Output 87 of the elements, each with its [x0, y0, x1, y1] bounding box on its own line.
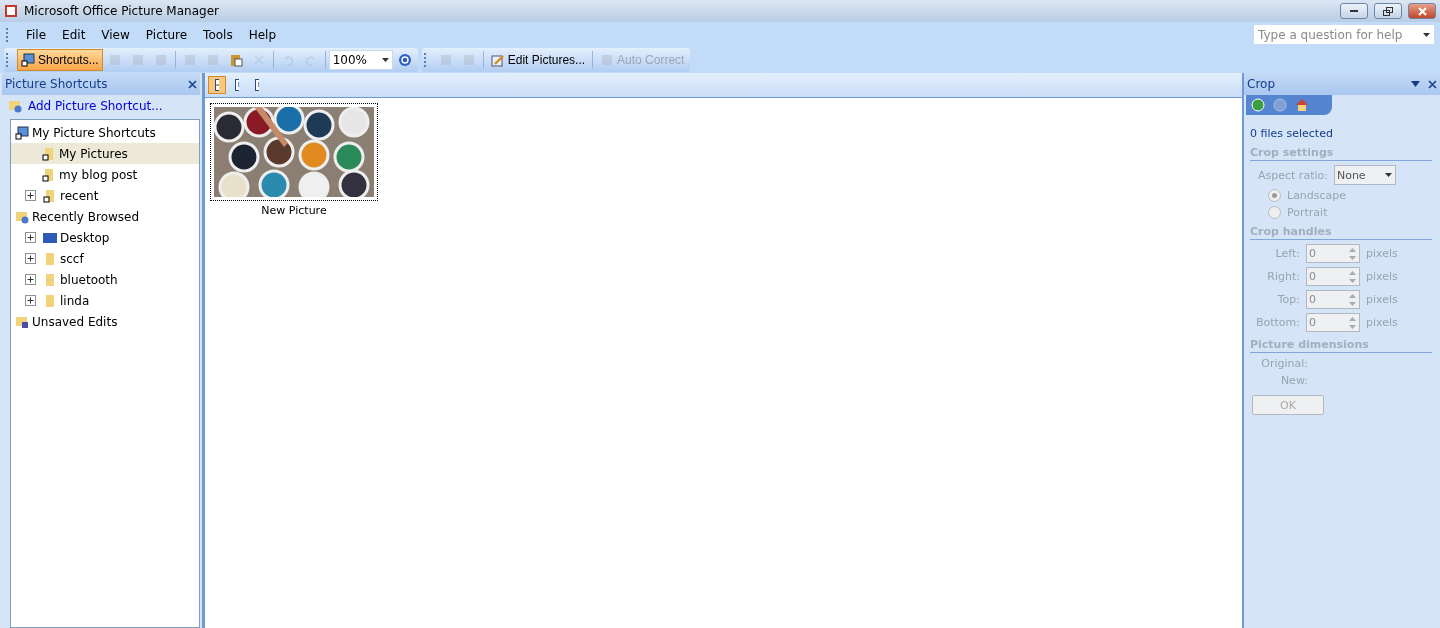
radio-label: Portrait: [1287, 206, 1328, 219]
tree-item[interactable]: sccf: [11, 248, 199, 269]
spinner-icon[interactable]: [1348, 292, 1357, 307]
menu-item[interactable]: Picture: [139, 25, 194, 44]
menu-item[interactable]: View: [95, 25, 136, 44]
folder-clock-icon: [15, 209, 29, 224]
expand-icon[interactable]: [25, 295, 36, 306]
clipboard-icon: [228, 53, 243, 67]
grid-icon: [215, 79, 219, 91]
field-label: Aspect ratio:: [1258, 168, 1328, 182]
caret-icon: [1384, 173, 1392, 177]
back-button[interactable]: [1250, 97, 1266, 113]
tree-item[interactable]: recent: [11, 185, 199, 206]
pane-header: Crop: [1244, 73, 1440, 95]
unit-label: pixels: [1366, 293, 1398, 306]
expand-icon[interactable]: [25, 190, 36, 201]
field-label: New:: [1279, 374, 1308, 387]
section-heading: Crop settings: [1250, 146, 1432, 161]
menu-item[interactable]: File: [20, 25, 53, 44]
restore-button[interactable]: [1374, 3, 1402, 19]
pencil-icon: [490, 53, 505, 67]
spinner-icon[interactable]: [1348, 269, 1357, 284]
tree-item[interactable]: My Pictures: [11, 143, 199, 164]
expand-icon[interactable]: [25, 232, 36, 243]
monitor-icon: [43, 230, 57, 245]
close-icon[interactable]: [188, 79, 197, 89]
field-label: Right:: [1266, 270, 1300, 283]
caret-icon: [1423, 32, 1430, 37]
spinner-icon[interactable]: [1348, 246, 1357, 261]
close-icon: [251, 53, 266, 67]
expand-icon[interactable]: [25, 253, 36, 264]
folder-icon: [43, 251, 57, 266]
section-heading: Picture dimensions: [1250, 338, 1432, 353]
app-icon: [4, 4, 18, 18]
caret-icon: [381, 58, 389, 62]
tree-item[interactable]: Unsaved Edits: [11, 311, 199, 332]
view-button[interactable]: [208, 76, 226, 94]
home-button[interactable]: [1294, 97, 1310, 113]
unit-label: pixels: [1366, 270, 1398, 283]
redo-icon: [303, 53, 318, 67]
add-shortcut-link[interactable]: Add Picture Shortcut...: [28, 99, 163, 113]
menu-item[interactable]: Tools: [197, 25, 239, 44]
tree-item[interactable]: Desktop: [11, 227, 199, 248]
selection-status: 0 files selected: [1250, 127, 1334, 140]
expand-icon[interactable]: [25, 274, 36, 285]
tree-item[interactable]: bluetooth: [11, 269, 199, 290]
folder-shortcut-icon: [42, 146, 56, 161]
radio-button[interactable]: [1268, 189, 1281, 202]
field-label: Bottom:: [1254, 316, 1300, 329]
tree-item[interactable]: my blog post: [11, 164, 199, 185]
help-search-field[interactable]: Type a question for help: [1254, 25, 1434, 44]
zoom-field[interactable]: 100%: [328, 50, 393, 70]
close-button[interactable]: [1408, 3, 1436, 19]
close-icon: [1417, 6, 1427, 16]
radio-label: Landscape: [1287, 189, 1347, 202]
toolbar-button[interactable]: Shortcuts...: [17, 49, 103, 71]
picture-shortcut-icon: [15, 125, 29, 140]
dropdown-icon[interactable]: [1411, 81, 1420, 87]
tree-item[interactable]: linda: [11, 290, 199, 311]
picture-icon: [21, 53, 35, 67]
field-label: Top:: [1276, 293, 1300, 306]
unit-label: pixels: [1366, 247, 1398, 260]
help-icon: [397, 53, 412, 67]
close-icon[interactable]: [1428, 79, 1437, 89]
spinner-icon[interactable]: [1348, 315, 1357, 330]
toolbar-button[interactable]: Edit Pictures...: [486, 49, 590, 71]
folder-icon: [43, 293, 57, 308]
menu-item[interactable]: Help: [242, 25, 283, 44]
folder-icon: [43, 272, 57, 287]
folder-shortcut-icon: [42, 167, 56, 182]
aspect-select[interactable]: None: [1333, 165, 1396, 185]
pane-header: Picture Shortcuts: [2, 73, 200, 95]
folder-clock-icon: [8, 99, 22, 113]
minimize-button[interactable]: [1340, 3, 1368, 19]
tree-item[interactable]: My Picture Shortcuts: [11, 122, 199, 143]
radio-button[interactable]: [1268, 206, 1281, 219]
field-label: Left:: [1274, 247, 1300, 260]
menu-item[interactable]: Edit: [56, 25, 92, 44]
thumbnail-caption: New Picture: [261, 204, 327, 217]
minimize-icon: [1350, 10, 1358, 12]
field-label: Original:: [1260, 357, 1308, 370]
section-heading: Crop handles: [1250, 225, 1432, 240]
tree-item[interactable]: Recently Browsed: [11, 206, 199, 227]
window-title: Microsoft Office Picture Manager: [24, 4, 220, 18]
restore-icon: [1383, 6, 1393, 16]
unit-label: pixels: [1366, 316, 1398, 329]
folder-shortcut-icon: [43, 188, 57, 203]
